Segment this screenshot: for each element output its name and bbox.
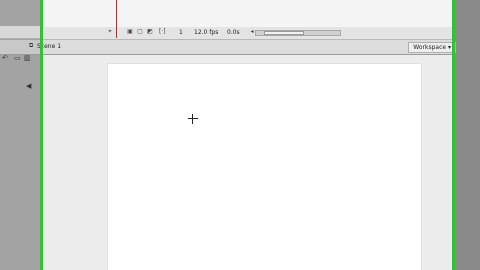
frame-rate[interactable]: 12.0 fps bbox=[194, 29, 218, 36]
scene-icon: ⧉ bbox=[29, 42, 34, 49]
onion-skin-icon[interactable]: ▣ bbox=[127, 29, 133, 35]
curve-icon[interactable]: ↶ bbox=[2, 54, 8, 62]
center-frame-icon[interactable]: ⌖ bbox=[107, 29, 113, 35]
timeline-scrollbar[interactable] bbox=[255, 30, 341, 36]
workspace-dropdown[interactable]: Workspace ▾ bbox=[408, 42, 456, 53]
app-window: ↶ ▭ ▥ ◀ ⌖ ▣ ▢ ◩ [·] 1 12.0 fps 0.0s ◂ ⧉ … bbox=[0, 0, 480, 270]
stage-canvas[interactable] bbox=[108, 64, 421, 270]
layer-icon[interactable]: ▭ bbox=[14, 54, 21, 62]
back-arrow-icon[interactable]: ◀ bbox=[26, 82, 31, 90]
trash-icon[interactable]: ▥ bbox=[24, 54, 31, 62]
left-toolbar-row: ↶ ▭ ▥ bbox=[0, 26, 40, 62]
crosshair-cursor-icon bbox=[188, 114, 198, 124]
edit-bar: ⧉ Scene 1 Workspace ▾ bbox=[29, 40, 456, 55]
current-frame: 1 bbox=[179, 29, 183, 36]
modify-markers-icon[interactable]: [·] bbox=[159, 29, 166, 35]
elapsed-time: 0.0s bbox=[227, 29, 240, 36]
onion-outline-icon[interactable]: ▢ bbox=[137, 29, 143, 35]
timeline-controls: ⌖ ▣ ▢ ◩ [·] 1 12.0 fps 0.0s ◂ bbox=[43, 27, 452, 40]
right-panel bbox=[458, 0, 480, 270]
green-guide-right bbox=[452, 0, 455, 270]
playhead[interactable] bbox=[116, 0, 117, 38]
left-panel: ↶ ▭ ▥ ◀ bbox=[0, 0, 40, 270]
scrollbar-thumb[interactable] bbox=[264, 31, 304, 35]
timeline-frames[interactable] bbox=[43, 0, 452, 28]
green-guide-left bbox=[40, 0, 43, 270]
edit-multiple-frames-icon[interactable]: ◩ bbox=[147, 29, 153, 35]
